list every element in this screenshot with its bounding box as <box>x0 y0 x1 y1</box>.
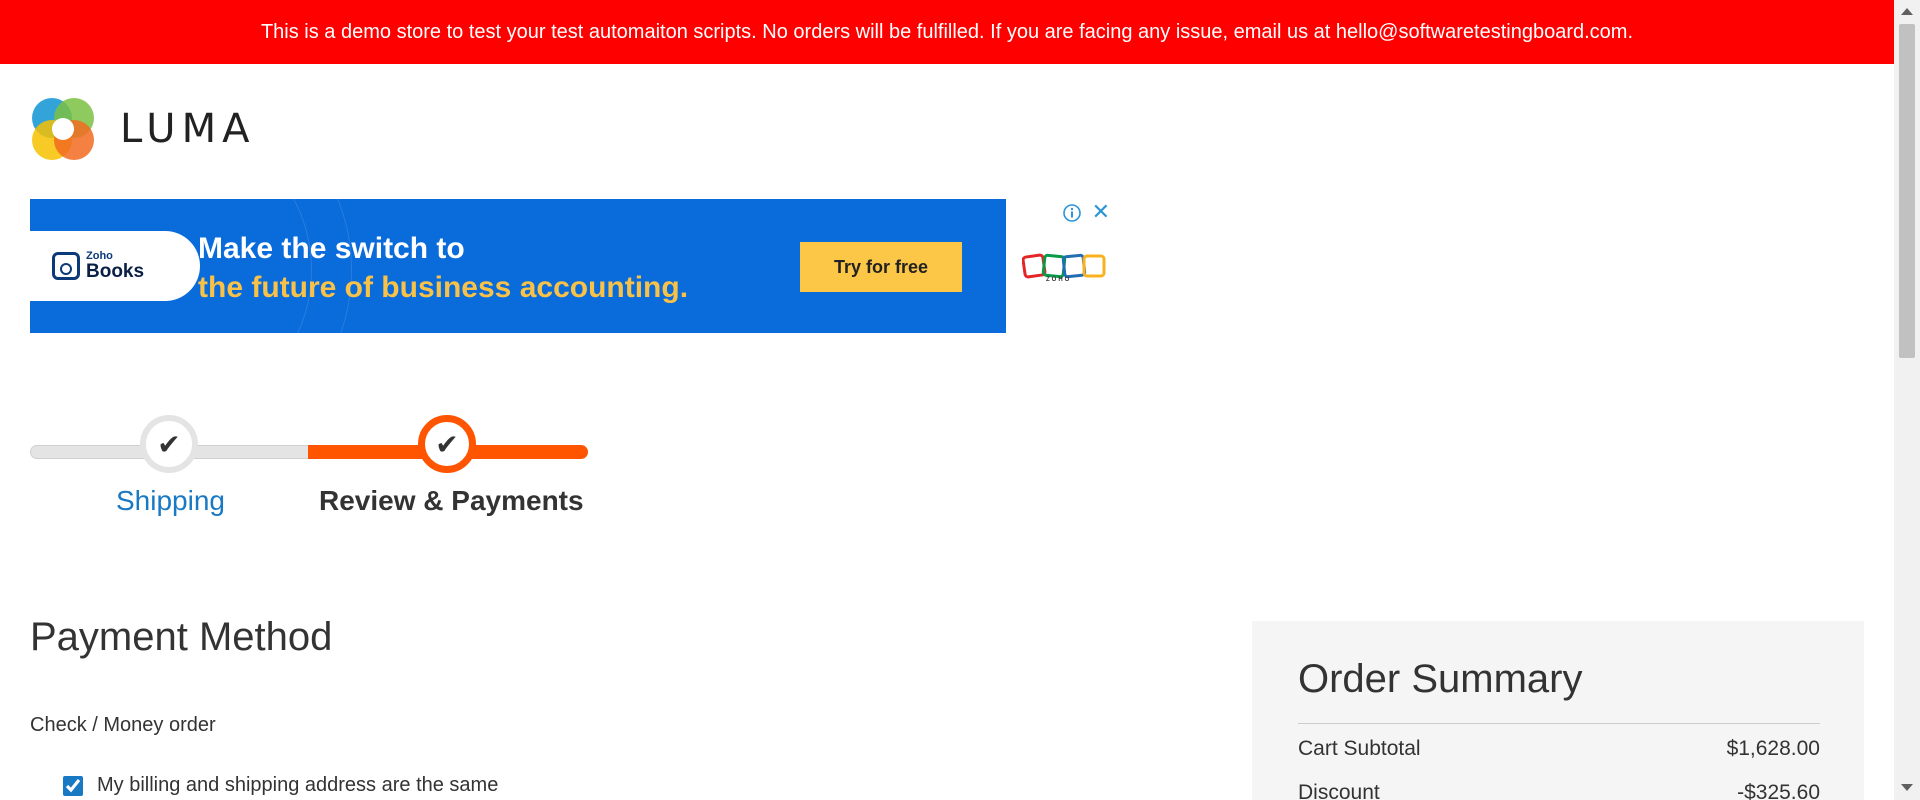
luma-logo-icon <box>32 98 94 160</box>
ad-try-for-free-button[interactable]: Try for free <box>800 242 962 292</box>
demo-store-banner: This is a demo store to test your test a… <box>0 0 1894 64</box>
demo-store-banner-text: This is a demo store to test your test a… <box>260 20 1634 43</box>
checkout-progress-bar: ✔ ✔ Shipping Review & Payments <box>30 415 590 525</box>
summary-row-cart-subtotal: Cart Subtotal $1,628.00 <box>1298 737 1820 761</box>
ad-banner[interactable]: Zoho Books Make the switch to the future… <box>30 199 1006 333</box>
zoho-books-wordmark: Zoho Books <box>86 251 145 282</box>
billing-same-label[interactable]: My billing and shipping address are the … <box>97 774 498 797</box>
order-summary-title: Order Summary <box>1298 657 1583 701</box>
scroll-down-arrow-icon[interactable] <box>1901 784 1913 791</box>
summary-row-discount: Discount -$325.60 <box>1298 781 1820 800</box>
scrollbar-thumb[interactable] <box>1899 24 1915 358</box>
advertisement: Zoho Books Make the switch to the future… <box>30 199 1120 334</box>
cart-subtotal-label: Cart Subtotal <box>1298 737 1421 760</box>
ad-close-icon[interactable]: ✕ <box>1092 201 1110 223</box>
luma-logo-link[interactable]: LUMA <box>30 96 255 162</box>
ad-info-icon[interactable] <box>1062 203 1082 223</box>
scroll-up-arrow-icon[interactable] <box>1901 8 1913 15</box>
payment-method-title: Payment Method <box>30 615 333 659</box>
step-shipping-link[interactable]: Shipping <box>116 485 225 517</box>
cart-subtotal-value: $1,628.00 <box>1726 737 1820 760</box>
review-step-check-icon: ✔ <box>418 415 476 473</box>
zoho-wordmark: ZOHO <box>1046 277 1072 283</box>
page: This is a demo store to test your test a… <box>0 0 1894 800</box>
order-summary: Order Summary Cart Subtotal $1,628.00 Di… <box>1252 621 1864 800</box>
ad-headline: Make the switch to the future of busines… <box>198 229 688 307</box>
zoho-books-big-text: Books <box>86 261 145 282</box>
shipping-step-check-icon[interactable]: ✔ <box>140 415 198 473</box>
vertical-scrollbar[interactable] <box>1894 0 1920 800</box>
ad-side-panel: ✕ ZOHO <box>1006 199 1120 333</box>
billing-same-as-shipping: My billing and shipping address are the … <box>63 774 498 797</box>
ad-headline-line2: the future of business accounting. <box>198 271 689 304</box>
zoho-books-icon <box>52 252 80 280</box>
billing-same-checkbox[interactable] <box>63 775 83 796</box>
step-review-payments-label: Review & Payments <box>319 485 584 516</box>
ad-headline-line1: Make the switch to <box>198 232 465 265</box>
logo-text: LUMA <box>120 106 256 152</box>
discount-value: -$325.60 <box>1737 781 1820 800</box>
zoho-books-logo: Zoho Books <box>30 231 200 301</box>
check-money-order-option[interactable]: Check / Money order <box>30 714 216 737</box>
discount-label: Discount <box>1298 781 1380 800</box>
order-summary-divider <box>1298 723 1820 724</box>
